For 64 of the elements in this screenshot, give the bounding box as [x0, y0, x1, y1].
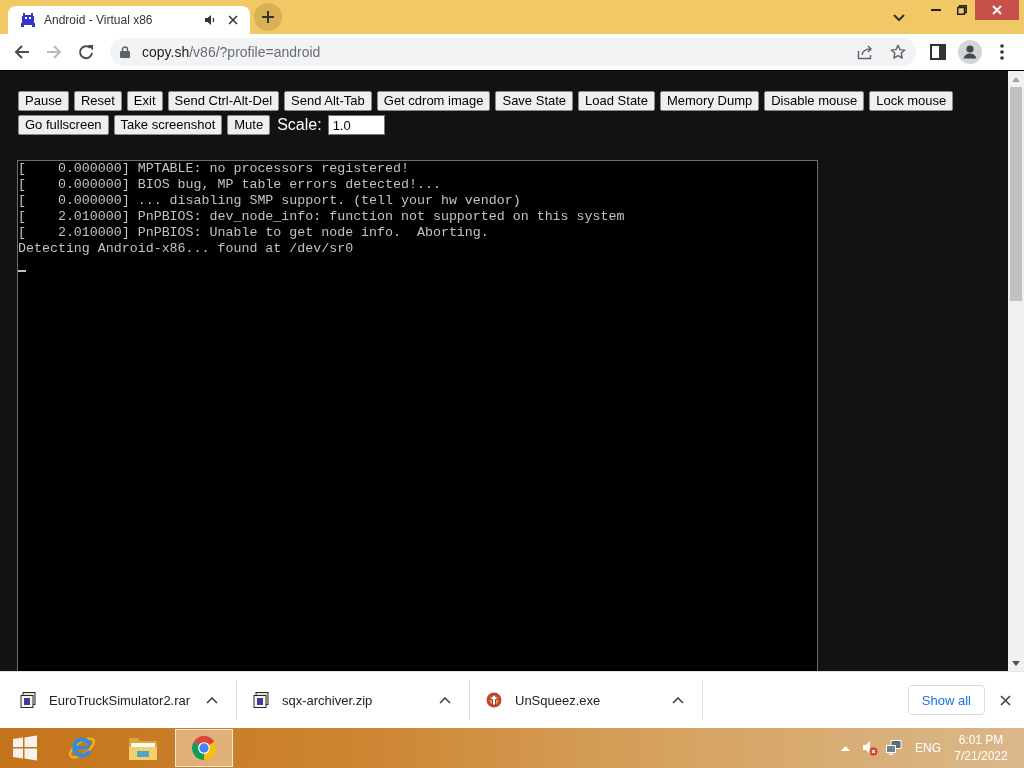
- save-state-button[interactable]: Save State: [495, 91, 574, 111]
- browser-logo-icon: [191, 735, 217, 761]
- star-icon[interactable]: [890, 44, 906, 60]
- minimize-icon[interactable]: [930, 9, 941, 11]
- lock-mouse-button[interactable]: Lock mouse: [869, 91, 954, 111]
- console-line: Detecting Android-x86... found at /dev/sr0: [18, 241, 354, 257]
- close-window-button[interactable]: [975, 0, 1019, 20]
- close-icon[interactable]: [1000, 694, 1011, 706]
- reset-button[interactable]: Reset: [73, 91, 122, 111]
- download-filename[interactable]: sqx-archiver.zip: [282, 692, 439, 708]
- browser-tab[interactable]: Android - Virtual x86: [8, 6, 250, 34]
- lock-icon[interactable]: [120, 46, 130, 58]
- network-icon[interactable]: [886, 740, 902, 756]
- exit-button[interactable]: Exit: [126, 91, 163, 111]
- screenshot-button[interactable]: Take screenshot: [113, 115, 223, 135]
- close-icon[interactable]: [228, 15, 238, 25]
- scale-label: Scale:: [277, 116, 322, 134]
- console-line: [ 2.010000] PnPBIOS: dev_node_info: function not supported on this system: [18, 209, 625, 225]
- fullscreen-button[interactable]: Go fullscreen: [18, 115, 109, 135]
- side-panel-icon[interactable]: [930, 44, 946, 60]
- restore-icon[interactable]: [957, 5, 967, 15]
- memory-dump-button[interactable]: Memory Dump: [659, 91, 760, 111]
- taskbar-button[interactable]: [175, 729, 233, 767]
- console-line: [ 0.000000] ... disabling SMP support. (tell your hw vendor): [18, 193, 521, 209]
- scale-field[interactable]: 1.0: [327, 115, 385, 135]
- scrollbar-thumb[interactable]: [1010, 87, 1022, 301]
- new-tab-button[interactable]: [254, 3, 282, 31]
- program-file-icon: [486, 692, 502, 708]
- chevron-down-icon[interactable]: [893, 14, 905, 22]
- download-filename[interactable]: UnSqueez.exe: [515, 692, 672, 708]
- volume-muted-icon[interactable]: [862, 740, 878, 756]
- pause-button[interactable]: Pause: [18, 91, 69, 111]
- start-icon[interactable]: [12, 735, 38, 761]
- chevron-up-icon[interactable]: [672, 696, 684, 704]
- console-line: [ 2.010000] PnPBIOS: Unable to get node info. Aborting.: [18, 225, 489, 241]
- scroll-down-icon[interactable]: [1012, 660, 1020, 666]
- scrollbar[interactable]: [1008, 71, 1024, 671]
- reload-icon[interactable]: [78, 44, 94, 60]
- chevron-up-icon[interactable]: [206, 696, 218, 704]
- console-line: [ 0.000000] MPTABLE: no processors registered!: [18, 161, 409, 177]
- archive-file-icon: [20, 692, 36, 708]
- address-bar[interactable]: copy.sh/v86/?profile=android: [110, 38, 916, 66]
- menu-icon[interactable]: [1000, 44, 1004, 60]
- mute-button[interactable]: Mute: [227, 115, 271, 135]
- disable-mouse-button[interactable]: Disable mouse: [764, 91, 865, 111]
- archive-file-icon: [253, 692, 269, 708]
- text-cursor-icon: [18, 270, 26, 272]
- speaker-icon[interactable]: [205, 15, 216, 25]
- folder-icon: [128, 735, 158, 761]
- console-line: [ 0.000000] BIOS bug, MP table errors detected!...: [18, 177, 441, 193]
- plus-icon: [262, 11, 274, 23]
- avatar-icon[interactable]: [958, 40, 982, 64]
- alt-tab-button[interactable]: Send Alt-Tab: [284, 91, 372, 111]
- close-icon: [992, 5, 1002, 15]
- url-text[interactable]: copy.sh/v86/?profile=android: [142, 44, 321, 60]
- load-state-button[interactable]: Load State: [578, 91, 655, 111]
- chevron-up-icon[interactable]: [439, 696, 451, 704]
- show-all-button[interactable]: Show all: [907, 685, 985, 715]
- pixel-monster-icon: [20, 12, 36, 28]
- ctrl-alt-del-button[interactable]: Send Ctrl-Alt-Del: [167, 91, 280, 111]
- share-icon[interactable]: [857, 44, 873, 60]
- cdrom-image-button[interactable]: Get cdrom image: [376, 91, 491, 111]
- back-icon[interactable]: [14, 44, 30, 60]
- download-filename[interactable]: EuroTruckSimulator2.rar: [49, 692, 206, 708]
